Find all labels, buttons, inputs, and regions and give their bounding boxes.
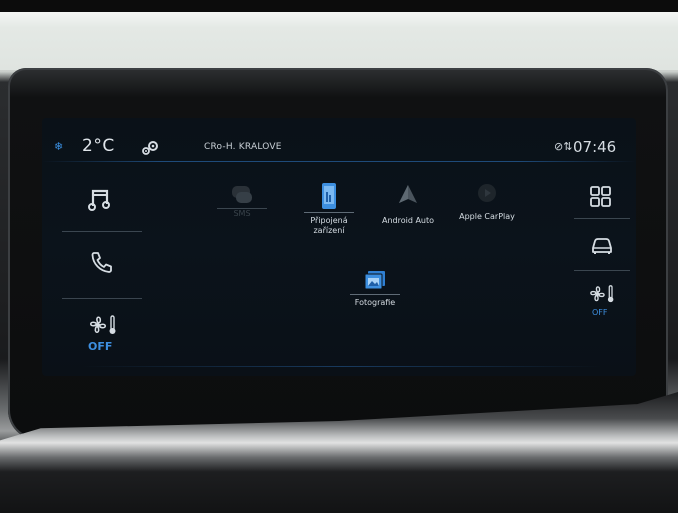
fan-temperature-icon	[88, 314, 118, 336]
radio-station-label[interactable]: CRo-H. KRALOVE	[204, 142, 282, 152]
android-auto-icon	[396, 182, 420, 206]
photo-gallery-icon	[363, 270, 387, 292]
app-photos[interactable]: Fotografie	[338, 270, 412, 308]
sms-underline	[217, 208, 267, 209]
status-divider	[42, 161, 636, 162]
infotainment-screen: ❄ 2°C CRo-H. KRALOVE ⊘⇅ 07:46 OFF SMS Př…	[42, 118, 636, 376]
left-climate-button[interactable]: OFF	[62, 308, 142, 368]
gears-icon[interactable]	[140, 140, 160, 156]
photos-underline	[350, 294, 400, 295]
right-divider-2	[574, 270, 630, 271]
vehicle-button[interactable]	[574, 224, 630, 276]
clock: 07:46	[573, 138, 617, 156]
phone-icon	[90, 250, 114, 274]
right-divider-1	[574, 218, 630, 219]
devices-underline	[304, 212, 354, 213]
phone-device-icon	[319, 182, 339, 210]
temperature-readout[interactable]: 2°C	[82, 136, 115, 156]
app-android-auto[interactable]: Android Auto	[376, 182, 440, 226]
app-sms[interactable]: SMS	[212, 184, 272, 219]
app-connected-devices[interactable]: Připojená zařízení	[294, 182, 364, 236]
status-bar: ❄ 2°C CRo-H. KRALOVE ⊘⇅ 07:46	[42, 118, 636, 160]
location-arrows-icon: ⊘⇅	[554, 140, 573, 153]
app-label: Android Auto	[381, 216, 435, 225]
car-icon	[590, 236, 614, 256]
music-note-icon	[88, 186, 112, 212]
sms-icon	[230, 184, 254, 206]
app-label: SMS	[233, 209, 251, 218]
right-climate-button[interactable]: OFF	[574, 278, 630, 330]
snowflake-icon[interactable]: ❄	[54, 140, 63, 153]
left-divider-1	[62, 231, 142, 232]
app-apple-carplay[interactable]: Apple CarPlay	[450, 182, 524, 222]
music-button[interactable]	[62, 174, 142, 234]
app-label: Připojená zařízení	[310, 216, 348, 235]
app-grid-icon	[590, 186, 612, 208]
top-edge	[0, 0, 678, 12]
apple-carplay-icon	[476, 182, 498, 204]
bottom-divider	[82, 366, 602, 367]
fan-temperature-icon	[588, 284, 616, 304]
right-climate-status: OFF	[592, 308, 608, 317]
left-divider-2	[62, 298, 142, 299]
app-label: Apple CarPlay	[459, 212, 515, 221]
app-label: Fotografie	[354, 298, 396, 307]
phone-button[interactable]	[62, 238, 142, 298]
left-climate-status: OFF	[88, 340, 113, 353]
